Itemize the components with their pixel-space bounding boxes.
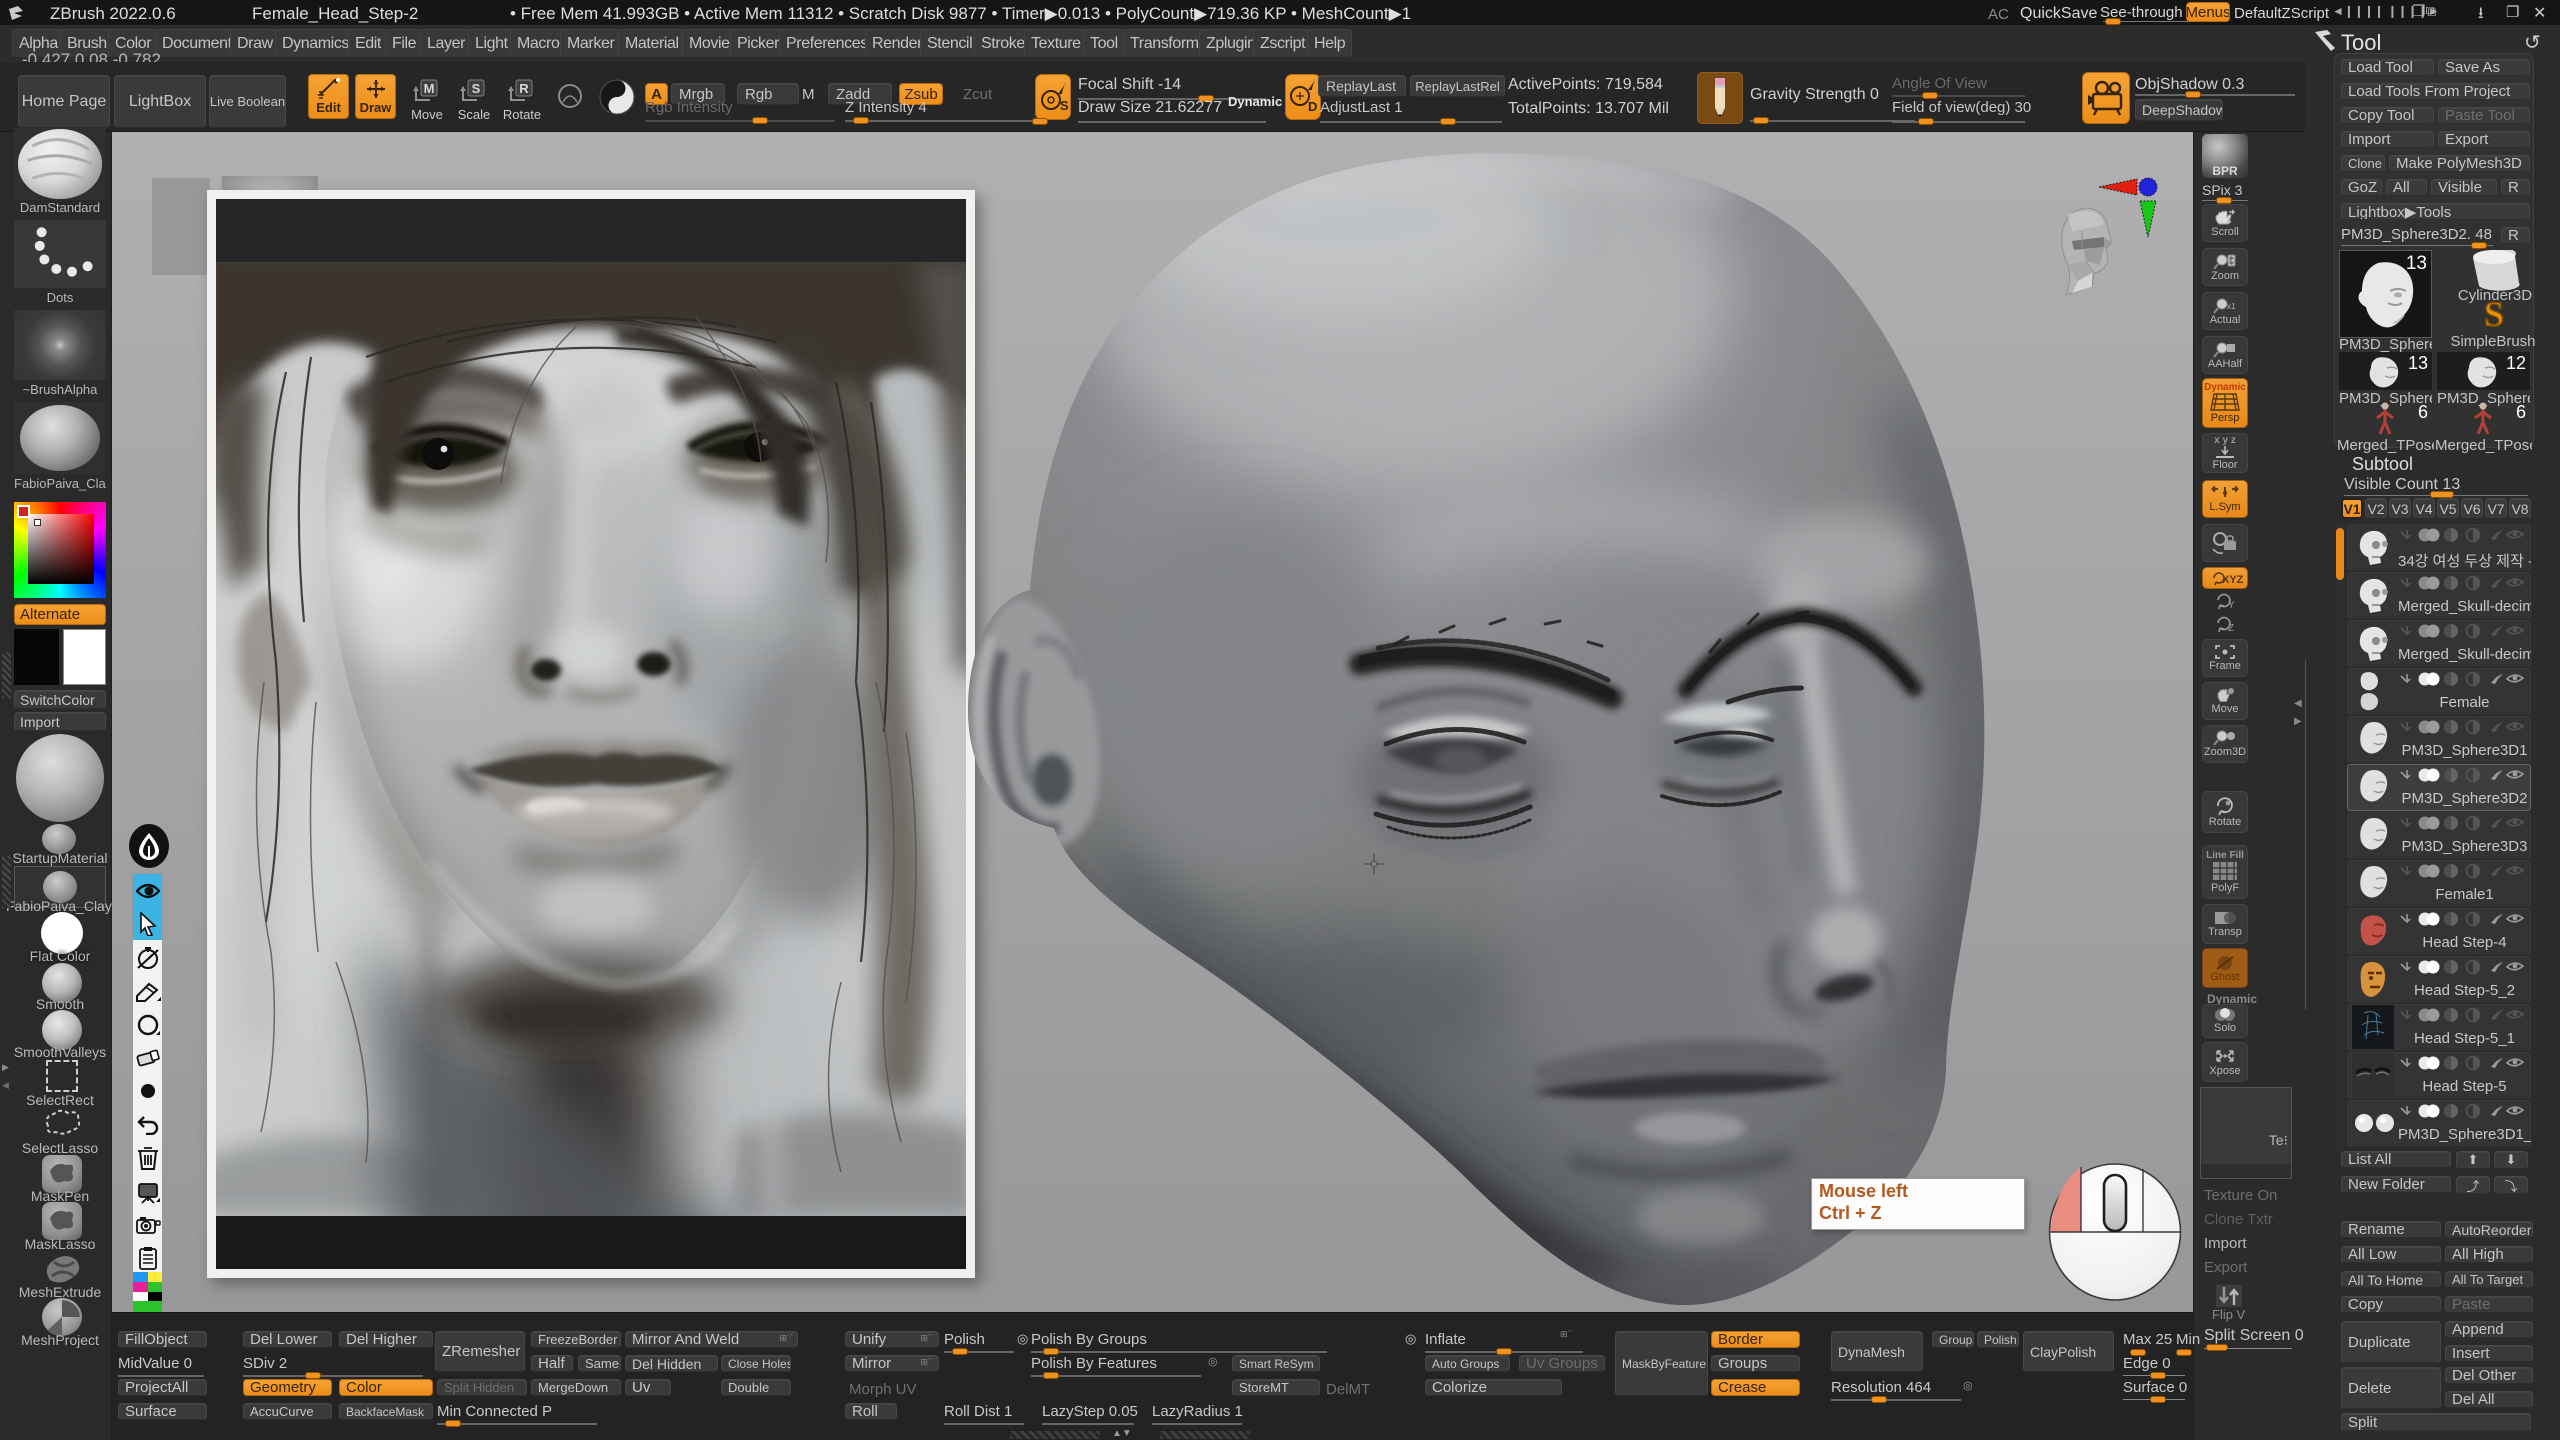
svg-text:S: S xyxy=(1060,98,1068,113)
svg-text:D: D xyxy=(1308,99,1317,114)
svg-text:M: M xyxy=(424,81,435,96)
svg-text:Y: Y xyxy=(2228,600,2235,611)
svg-text:Z: Z xyxy=(2228,623,2234,634)
svg-text:XYZ: XYZ xyxy=(2222,574,2244,586)
svg-text:S: S xyxy=(2484,296,2504,334)
svg-text:S: S xyxy=(472,81,481,96)
svg-text:x1: x1 xyxy=(2227,302,2236,311)
svg-text:R: R xyxy=(519,81,529,96)
